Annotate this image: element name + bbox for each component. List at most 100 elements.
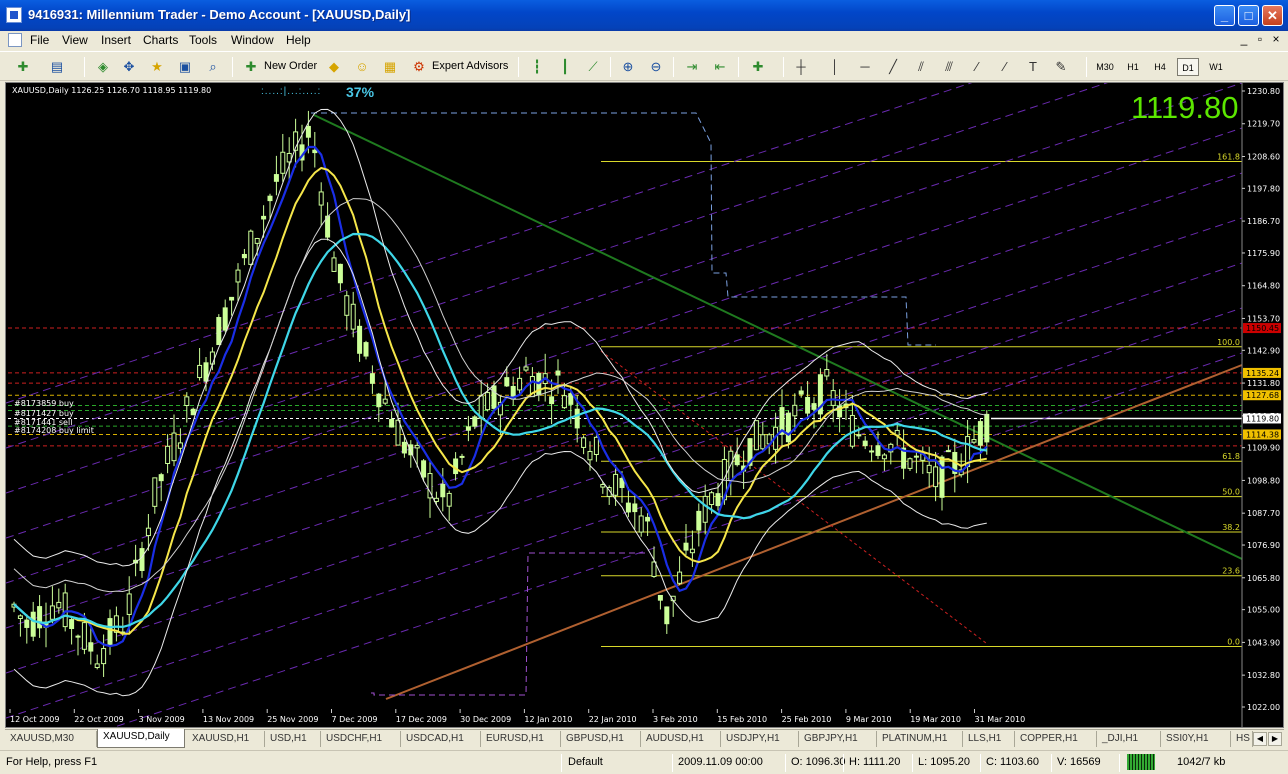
tab-gbpjpy-h1[interactable]: GBPJPY,H1 xyxy=(799,731,877,747)
close-icon[interactable]: ✕ xyxy=(1262,5,1283,26)
menu-window[interactable]: Window xyxy=(231,33,274,47)
strategy-tester-icon[interactable]: ⌕ xyxy=(204,58,222,76)
tab-platinum-h1[interactable]: PLATINUM,H1 xyxy=(877,731,963,747)
candle-body xyxy=(709,492,715,506)
chart-window-icon[interactable] xyxy=(8,33,22,47)
line-chart-icon[interactable]: ⟋ xyxy=(584,58,602,76)
text-icon[interactable]: T xyxy=(1024,58,1042,76)
minimize-icon[interactable]: _ xyxy=(1214,5,1235,26)
timeframe-w1[interactable]: W1 xyxy=(1205,58,1227,76)
timeframe-d1[interactable]: D1 xyxy=(1177,58,1199,76)
new-chart-icon[interactable]: ✚ xyxy=(14,58,32,76)
title-bar[interactable]: 9416931: Millennium Trader - Demo Accoun… xyxy=(0,0,1288,31)
connection-status-icon xyxy=(1127,754,1155,770)
tab-hs[interactable]: HS xyxy=(1231,731,1253,747)
candle-body xyxy=(395,419,401,446)
menu-help[interactable]: Help xyxy=(286,33,311,47)
bar-chart-icon[interactable]: ┇ xyxy=(528,58,546,76)
candle-body xyxy=(382,398,388,404)
tab-lls-h1[interactable]: LLS,H1 xyxy=(963,731,1015,747)
scripts-icon[interactable]: ▦ xyxy=(381,58,399,76)
candle-body xyxy=(613,473,619,496)
price-chart[interactable]: 161.8 100.0 61.8 50.0 38.2 23.6 0.0 1230.80 121… xyxy=(6,83,1283,727)
tab-scroll-left-icon[interactable]: ◀ xyxy=(1253,732,1267,746)
candlestick-icon[interactable]: ┃ xyxy=(556,58,574,76)
tab-copper-h1[interactable]: COPPER,H1 xyxy=(1015,731,1097,747)
candle-body xyxy=(459,455,465,458)
maximize-icon[interactable]: □ xyxy=(1238,5,1259,26)
expert-advisors-icon[interactable]: ⚙ xyxy=(410,58,428,76)
tab-usdchf-h1[interactable]: USDCHF,H1 xyxy=(321,731,401,747)
chart-shift-icon[interactable]: ⇤ xyxy=(711,58,729,76)
tab-scroll-right-icon[interactable]: ▶ xyxy=(1268,732,1282,746)
tab-xauusd-m30[interactable]: XAUUSD,M30 xyxy=(5,731,97,747)
candle-body xyxy=(261,215,267,220)
tab-eurusd-h1[interactable]: EURUSD,H1 xyxy=(481,731,561,747)
price-tick-label: 1197.80 xyxy=(1247,184,1280,193)
time-tick-label: 13 Nov 2009 xyxy=(203,715,254,724)
candle-body xyxy=(235,269,241,283)
price-tick-label: 1109.90 xyxy=(1247,444,1280,453)
terminal-icon[interactable]: ▣ xyxy=(176,58,194,76)
timeframe-m30[interactable]: M30 xyxy=(1094,58,1116,76)
navigator-icon[interactable]: ★ xyxy=(148,58,166,76)
mdi-minimize-icon[interactable]: _ xyxy=(1236,32,1252,48)
zoom-out-icon[interactable]: ⊖ xyxy=(647,58,665,76)
tab-xauusd-daily[interactable]: XAUUSD,Daily xyxy=(97,729,185,748)
tab-dji-h1[interactable]: _DJI,H1 xyxy=(1097,731,1161,747)
tab-audusd-h1[interactable]: AUDUSD,H1 xyxy=(641,731,721,747)
market-watch-icon[interactable]: ◈ xyxy=(94,58,112,76)
bar-datetime: 2009.11.09 00:00 xyxy=(678,756,763,768)
mdi-restore-icon[interactable]: ▫ xyxy=(1252,32,1268,48)
menu-tools[interactable]: Tools xyxy=(189,33,217,47)
chart-area[interactable]: 161.8 100.0 61.8 50.0 38.2 23.6 0.0 1230.80 121… xyxy=(5,82,1284,728)
timeframe-h1[interactable]: H1 xyxy=(1122,58,1144,76)
menu-view[interactable]: View xyxy=(62,33,88,47)
price-tick-label: 1055.00 xyxy=(1247,606,1280,615)
expert-advisors-button[interactable]: Expert Advisors xyxy=(432,60,508,72)
price-tick-label: 1131.80 xyxy=(1247,379,1280,388)
horizontal-line-icon[interactable]: ─ xyxy=(856,58,874,76)
menu-insert[interactable]: Insert xyxy=(101,33,131,47)
zoom-in-icon[interactable]: ⊕ xyxy=(619,58,637,76)
candle-body xyxy=(273,174,279,182)
tab-usdcad-h1[interactable]: USDCAD,H1 xyxy=(401,731,481,747)
menu-file[interactable]: File xyxy=(30,33,49,47)
candle-body xyxy=(491,385,497,409)
fib-fan-icon[interactable]: ∕ xyxy=(968,58,986,76)
order-label[interactable]: #8174208 buy limit xyxy=(14,426,94,435)
new-order-button[interactable]: New Order xyxy=(264,60,317,72)
order-label[interactable]: #8173859 buy xyxy=(14,399,74,408)
tab-usdjpy-h1[interactable]: USDJPY,H1 xyxy=(721,731,799,747)
experts-icon[interactable]: ☺ xyxy=(353,58,371,76)
channel-line xyxy=(6,217,1243,629)
shapes-icon[interactable]: ⁄ xyxy=(996,58,1014,76)
toolbar: ✚ ▤ ◈ ✥ ★ ▣ ⌕ ✚ New Order ◆ ☺ ▦ ⚙ Expert… xyxy=(0,51,1288,81)
candle-body xyxy=(17,615,23,619)
fibonacci-icon[interactable]: ⫻ xyxy=(940,58,958,76)
indicators-icon[interactable]: ✚ xyxy=(749,58,767,76)
arrows-icon[interactable]: ✎ xyxy=(1052,58,1070,76)
candle-body xyxy=(664,606,670,625)
metaeditor-icon[interactable]: ◆ xyxy=(325,58,343,76)
crosshair-icon[interactable]: ┼ xyxy=(792,58,810,76)
slow-ma-line xyxy=(13,232,987,629)
data-window-icon[interactable]: ✥ xyxy=(120,58,138,76)
vertical-line-icon[interactable]: │ xyxy=(826,58,844,76)
menu-charts[interactable]: Charts xyxy=(143,33,178,47)
candle-body xyxy=(171,432,177,462)
trendline-icon[interactable]: ╱ xyxy=(884,58,902,76)
tab-usd-h1[interactable]: USD,H1 xyxy=(265,731,321,747)
tab-gbpusd-h1[interactable]: GBPUSD,H1 xyxy=(561,731,641,747)
order-label[interactable]: #8171427 buy xyxy=(14,409,74,418)
candle-body xyxy=(318,191,324,206)
equidistant-channel-icon[interactable]: ⫽ xyxy=(912,58,930,76)
tab-xauusd-h1[interactable]: XAUUSD,H1 xyxy=(187,731,265,747)
candle-body xyxy=(523,366,529,371)
new-order-icon[interactable]: ✚ xyxy=(242,58,260,76)
autoscroll-icon[interactable]: ⇥ xyxy=(683,58,701,76)
tab-ssi0y-h1[interactable]: SSI0Y,H1 xyxy=(1161,731,1231,747)
mdi-close-icon[interactable]: × xyxy=(1268,32,1284,48)
timeframe-h4[interactable]: H4 xyxy=(1149,58,1171,76)
profiles-icon[interactable]: ▤ xyxy=(48,58,66,76)
